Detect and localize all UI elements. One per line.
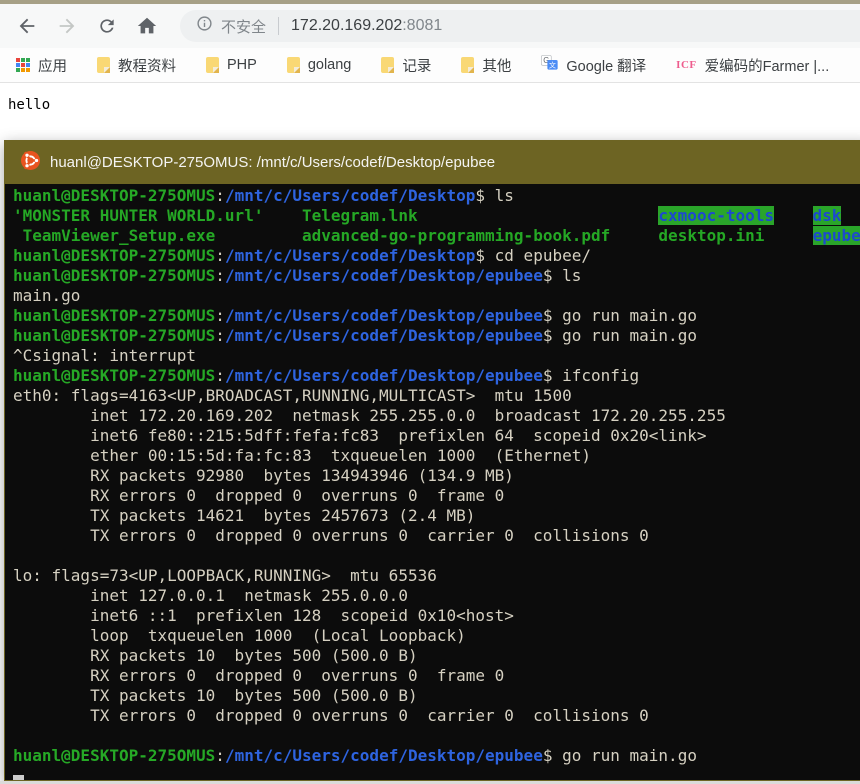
terminal-line: huanl@DESKTOP-275OMUS:/mnt/c/Users/codef… — [13, 746, 860, 766]
terminal-line: ^Csignal: interrupt — [13, 346, 860, 366]
bookmark-label: 爱编码的Farmer |... — [705, 55, 830, 76]
bookmark-notes-folder[interactable]: 记录 — [381, 55, 431, 76]
page-content: hello — [0, 97, 860, 113]
terminal-window: huanl@DESKTOP-275OMUS: /mnt/c/Users/code… — [4, 140, 860, 783]
bookmark-label: PHP — [227, 57, 257, 73]
terminal-line: TX errors 0 dropped 0 overruns 0 carrier… — [13, 526, 860, 546]
terminal-cursor — [13, 775, 24, 780]
terminal-line: TeamViewer_Setup.exe advanced-go-program… — [13, 226, 860, 246]
terminal-line: eth0: flags=4163<UP,BROADCAST,RUNNING,MU… — [13, 386, 860, 406]
bookmark-php-folder[interactable]: PHP — [206, 57, 257, 73]
bookmark-google-translate[interactable]: G 文 Google 翻译 — [541, 54, 646, 76]
bookmark-label: 教程资料 — [118, 55, 176, 76]
ubuntu-logo-icon — [21, 151, 40, 174]
terminal-line: ether 00:15:5d:fa:fc:83 txqueuelen 1000 … — [13, 446, 860, 466]
info-icon[interactable] — [196, 15, 213, 37]
terminal-line: huanl@DESKTOP-275OMUS:/mnt/c/Users/codef… — [13, 246, 860, 266]
bookmark-apps[interactable]: 应用 — [16, 55, 67, 76]
bookmark-icf-farmer[interactable]: ICF 爱编码的Farmer |... — [676, 55, 829, 76]
terminal-line: RX packets 92980 bytes 134943946 (134.9 … — [13, 466, 860, 486]
address-bar[interactable]: 不安全 172.20.169.202:8081 — [180, 10, 860, 42]
apps-grid-icon — [16, 58, 30, 72]
terminal-line: RX errors 0 dropped 0 overruns 0 frame 0 — [13, 666, 860, 686]
terminal-line: inet6 fe80::215:5dff:fefa:fc83 prefixlen… — [13, 426, 860, 446]
forward-button[interactable] — [50, 9, 84, 43]
bookmark-label: Google 翻译 — [566, 55, 646, 76]
terminal-line: inet6 ::1 prefixlen 128 scopeid 0x10<hos… — [13, 606, 860, 626]
folder-icon — [206, 57, 219, 73]
terminal-line: huanl@DESKTOP-275OMUS:/mnt/c/Users/codef… — [13, 326, 860, 346]
bookmark-label: 其他 — [482, 55, 511, 76]
terminal-line: TX errors 0 dropped 0 overruns 0 carrier… — [13, 706, 860, 726]
url-host: 172.20.169.202 — [291, 17, 402, 35]
back-button[interactable] — [10, 9, 44, 43]
folder-icon — [287, 57, 300, 73]
omnibox-separator — [278, 17, 279, 35]
bookmark-tutorials-folder[interactable]: 教程资料 — [97, 55, 176, 76]
page-body-text: hello — [8, 97, 860, 113]
terminal-output[interactable]: huanl@DESKTOP-275OMUS:/mnt/c/Users/codef… — [5, 184, 860, 780]
terminal-line: huanl@DESKTOP-275OMUS:/mnt/c/Users/codef… — [13, 266, 860, 286]
terminal-line: loop txqueuelen 1000 (Local Loopback) — [13, 626, 860, 646]
bookmark-label: 记录 — [402, 55, 431, 76]
reload-button[interactable] — [90, 9, 124, 43]
security-label: 不安全 — [221, 16, 266, 37]
google-translate-icon: G 文 — [541, 54, 558, 76]
terminal-line: inet 172.20.169.202 netmask 255.255.0.0 … — [13, 406, 860, 426]
home-button[interactable] — [130, 9, 164, 43]
folder-icon — [97, 57, 110, 73]
terminal-line: inet 127.0.0.1 netmask 255.0.0.0 — [13, 586, 860, 606]
browser-toolbar: 不安全 172.20.169.202:8081 — [0, 4, 860, 48]
terminal-line: lo: flags=73<UP,LOOPBACK,RUNNING> mtu 65… — [13, 566, 860, 586]
terminal-line — [13, 726, 860, 746]
bookmark-other-folder[interactable]: 其他 — [461, 55, 511, 76]
terminal-title: huanl@DESKTOP-275OMUS: /mnt/c/Users/code… — [50, 154, 495, 171]
terminal-line: TX packets 10 bytes 500 (500.0 B) — [13, 686, 860, 706]
terminal-line — [13, 546, 860, 566]
terminal-line: TX packets 14621 bytes 2457673 (2.4 MB) — [13, 506, 860, 526]
folder-icon — [461, 57, 474, 73]
bookmarks-bar: 应用 教程资料 PHP golang 记录 其他 G — [0, 48, 860, 83]
terminal-line: RX packets 10 bytes 500 (500.0 B) — [13, 646, 860, 666]
icf-icon: ICF — [676, 59, 696, 71]
browser-window: 不安全 172.20.169.202:8081 应用 教程资料 PHP gola… — [0, 0, 860, 113]
terminal-line: huanl@DESKTOP-275OMUS:/mnt/c/Users/codef… — [13, 366, 860, 386]
bookmark-label: golang — [308, 57, 352, 73]
folder-icon — [381, 57, 394, 73]
terminal-line: huanl@DESKTOP-275OMUS:/mnt/c/Users/codef… — [13, 186, 860, 206]
url-port: :8081 — [402, 17, 442, 35]
terminal-line: 'MONSTER HUNTER WORLD.url' Telegram.lnk … — [13, 206, 860, 226]
svg-text:文: 文 — [549, 60, 556, 69]
terminal-line: main.go — [13, 286, 860, 306]
bookmark-label: 应用 — [38, 55, 67, 76]
terminal-line: RX errors 0 dropped 0 overruns 0 frame 0 — [13, 486, 860, 506]
terminal-title-bar[interactable]: huanl@DESKTOP-275OMUS: /mnt/c/Users/code… — [5, 140, 860, 184]
bookmark-golang-folder[interactable]: golang — [287, 57, 352, 73]
terminal-line: huanl@DESKTOP-275OMUS:/mnt/c/Users/codef… — [13, 306, 860, 326]
